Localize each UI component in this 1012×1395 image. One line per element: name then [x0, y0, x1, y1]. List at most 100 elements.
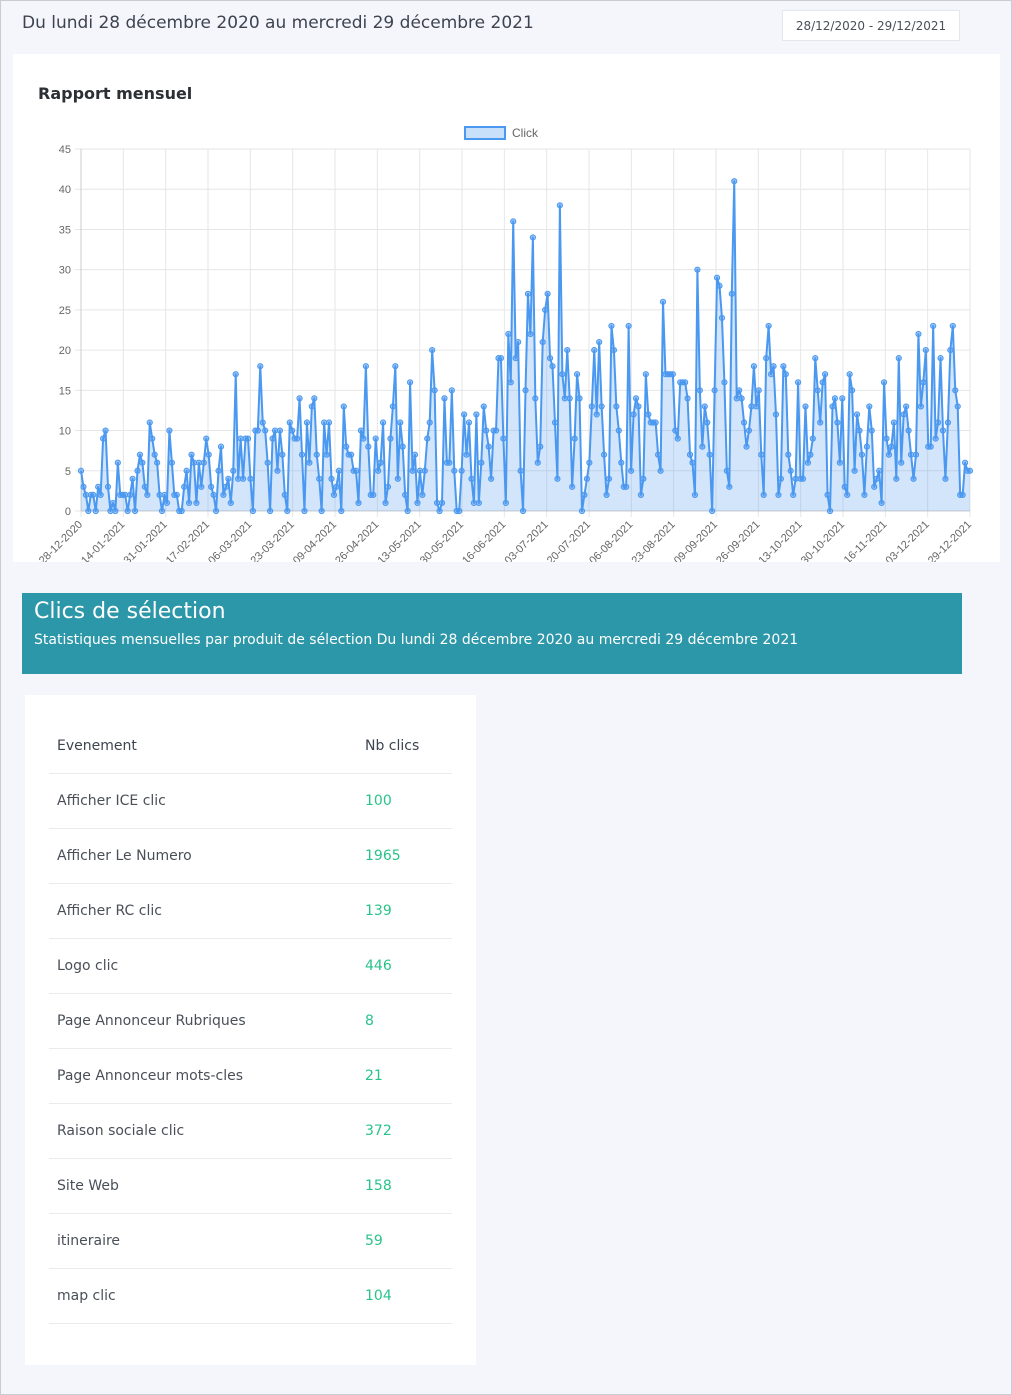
- data-point: [559, 371, 566, 378]
- data-point: [446, 459, 453, 466]
- data-point: [127, 491, 134, 499]
- x-tick-label: 23-08-2021: [630, 519, 678, 562]
- data-point: [927, 443, 934, 450]
- click-count: 100: [357, 773, 452, 829]
- data-point: [421, 467, 428, 474]
- data-point: [365, 443, 372, 450]
- data-point: [308, 403, 315, 410]
- x-tick-label: 31-01-2021: [122, 519, 170, 562]
- data-point: [352, 467, 360, 474]
- data-point: [109, 499, 117, 507]
- data-point: [426, 419, 433, 426]
- data-point: [215, 467, 222, 474]
- data-point: [794, 379, 802, 386]
- data-point: [289, 427, 296, 434]
- data-point: [836, 459, 843, 466]
- data-point: [959, 491, 966, 499]
- data-point: [556, 202, 563, 209]
- table-row: Page Annonceur mots-cles 21: [49, 1048, 452, 1104]
- data-point: [910, 475, 917, 482]
- data-point: [544, 290, 551, 297]
- data-point: [826, 507, 834, 515]
- data-point: [922, 347, 929, 354]
- data-point: [488, 475, 495, 482]
- data-point: [731, 178, 738, 185]
- data-point: [591, 347, 598, 354]
- data-point: [77, 467, 85, 474]
- data-point: [893, 475, 900, 482]
- data-point: [497, 355, 505, 362]
- data-point: [210, 491, 217, 499]
- data-point: [114, 459, 121, 466]
- data-point: [534, 459, 541, 466]
- data-point: [296, 395, 303, 402]
- data-point: [736, 387, 743, 394]
- x-tick-label: 14-01-2021: [79, 519, 127, 562]
- data-point: [952, 387, 959, 394]
- period-heading: Du lundi 28 décembre 2020 au mercredi 29…: [22, 13, 534, 33]
- data-point: [205, 451, 212, 458]
- data-point: [524, 290, 532, 297]
- event-name: Page Annonceur mots-cles: [49, 1048, 357, 1104]
- data-point: [787, 467, 794, 474]
- data-point: [266, 507, 274, 515]
- data-point: [112, 507, 119, 515]
- data-point: [711, 387, 718, 394]
- click-count: 104: [357, 1268, 452, 1324]
- data-point: [456, 507, 463, 515]
- data-point: [569, 483, 576, 490]
- clicks-line-chart: 0 5 10 15 20 25 30 35 40 45 28-12-202014-01-202131…: [37, 126, 974, 562]
- data-point: [691, 491, 699, 499]
- event-name: map clic: [49, 1268, 357, 1324]
- data-point: [822, 371, 829, 378]
- data-point: [809, 435, 816, 442]
- data-point: [780, 363, 787, 370]
- data-point: [399, 443, 406, 450]
- data-point: [458, 467, 465, 474]
- data-point: [632, 395, 640, 402]
- click-count: 1965: [357, 828, 452, 884]
- data-point: [785, 451, 792, 458]
- data-point: [576, 395, 583, 402]
- data-point: [966, 467, 974, 474]
- legend-label: Click: [512, 126, 539, 140]
- date-range-picker[interactable]: 28/12/2020 - 29/12/2021: [782, 10, 960, 41]
- x-tick-label: 09-09-2021: [672, 519, 720, 562]
- data-point: [527, 330, 534, 338]
- x-tick-label: 30-05-2021: [418, 519, 466, 562]
- data-point: [269, 435, 276, 442]
- data-point: [173, 491, 180, 499]
- data-point: [303, 419, 311, 426]
- data-point: [772, 411, 780, 418]
- y-tick-label: 0: [65, 506, 71, 518]
- data-point: [861, 491, 868, 499]
- data-point: [387, 435, 394, 442]
- data-point: [220, 491, 227, 499]
- data-point: [323, 451, 330, 458]
- data-point: [158, 507, 166, 515]
- data-point: [183, 467, 190, 474]
- data-point: [694, 266, 701, 273]
- data-point: [630, 411, 637, 418]
- data-point: [760, 491, 767, 499]
- data-point: [90, 491, 97, 499]
- click-count: 59: [357, 1213, 452, 1269]
- data-point: [208, 483, 215, 490]
- data-point: [80, 483, 87, 490]
- legend-swatch: [464, 126, 506, 140]
- event-name: Afficher ICE clic: [49, 773, 357, 829]
- data-point: [429, 347, 436, 354]
- y-tick-label: 10: [59, 426, 71, 438]
- data-point: [485, 443, 492, 450]
- data-point: [92, 507, 99, 515]
- data-point: [193, 499, 200, 507]
- data-point: [947, 347, 954, 354]
- event-name: Logo clic: [49, 938, 357, 994]
- data-point: [900, 411, 907, 418]
- data-point: [903, 403, 910, 410]
- data-point: [284, 507, 291, 515]
- data-point: [868, 427, 875, 434]
- data-point: [316, 475, 323, 482]
- data-point: [102, 427, 109, 434]
- data-point: [871, 483, 878, 490]
